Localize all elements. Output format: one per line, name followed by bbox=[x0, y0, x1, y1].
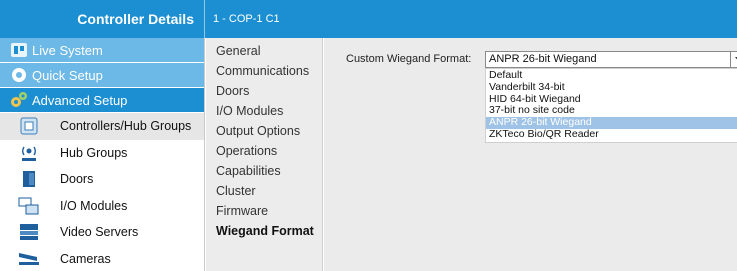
menu-item-cluster[interactable]: Cluster bbox=[206, 181, 322, 201]
sidebar-item-io-modules[interactable]: I/O Modules bbox=[0, 193, 204, 220]
controller-icon bbox=[16, 116, 42, 136]
door-icon bbox=[16, 169, 42, 189]
breadcrumb: 1 - COP-1 C1 bbox=[213, 13, 280, 25]
page-title: Controller Details bbox=[0, 0, 205, 38]
video-server-icon bbox=[16, 222, 42, 242]
menu-item-operations[interactable]: Operations bbox=[206, 141, 322, 161]
option-zkteco[interactable]: ZKTeco Bio/QR Reader bbox=[486, 128, 737, 141]
menu-item-firmware[interactable]: Firmware bbox=[206, 201, 322, 221]
menu-item-wiegand-format[interactable]: Wiegand Format bbox=[206, 221, 322, 241]
option-vanderbilt-34[interactable]: Vanderbilt 34-bit bbox=[486, 81, 737, 94]
menu-item-io-modules[interactable]: I/O Modules bbox=[206, 101, 322, 121]
sidebar-item-label: Video Servers bbox=[60, 225, 139, 240]
sidebar-item-label: Hub Groups bbox=[60, 145, 128, 160]
selected-value: ANPR 26-bit Wiegand bbox=[489, 53, 597, 65]
wiegand-panel: Custom Wiegand Format: ANPR 26-bit Wiega… bbox=[339, 48, 737, 151]
menu-item-doors[interactable]: Doors bbox=[206, 81, 322, 101]
sidebar-item-label: Doors bbox=[60, 172, 94, 187]
hub-icon bbox=[16, 143, 42, 163]
camera-icon bbox=[16, 249, 42, 269]
sidebar-item-label: Controllers/Hub Groups bbox=[60, 119, 192, 134]
title-bar: Controller Details 1 - COP-1 C1 bbox=[0, 0, 737, 38]
live-system-icon bbox=[10, 41, 28, 59]
sidebar-item-advanced-setup[interactable]: Advanced Setup bbox=[0, 88, 204, 113]
sidebar-item-label: Live System bbox=[32, 42, 103, 58]
io-module-icon bbox=[16, 196, 42, 216]
menu-item-general[interactable]: General bbox=[206, 41, 322, 61]
wiegand-format-label: Custom Wiegand Format: bbox=[346, 53, 472, 65]
menu-item-output-options[interactable]: Output Options bbox=[206, 121, 322, 141]
menu-item-communications[interactable]: Communications bbox=[206, 61, 322, 81]
sidebar-item-label: I/O Modules bbox=[60, 198, 128, 213]
sidebar-item-quick-setup[interactable]: Quick Setup bbox=[0, 63, 204, 88]
gear-icon bbox=[10, 66, 28, 84]
sidebar-item-label: Quick Setup bbox=[32, 67, 103, 83]
wiegand-format-options: Default Vanderbilt 34-bit HID 64-bit Wie… bbox=[485, 68, 737, 143]
sidebar-item-cameras[interactable]: Cameras bbox=[0, 246, 204, 271]
sidebar-item-video-servers[interactable]: Video Servers bbox=[0, 219, 204, 246]
sidebar-item-label: Cameras bbox=[60, 251, 111, 266]
gears-icon bbox=[10, 91, 28, 109]
sidebar-item-doors[interactable]: Doors bbox=[0, 166, 204, 193]
wiegand-format-select[interactable]: ANPR 26-bit Wiegand bbox=[485, 51, 737, 68]
sidebar-item-hub-groups[interactable]: Hub Groups bbox=[0, 140, 204, 167]
sidebar-item-controllers[interactable]: Controllers/Hub Groups bbox=[0, 113, 204, 140]
sidebar: Live System Quick Setup Advanced Setup C… bbox=[0, 38, 205, 271]
settings-menu: General Communications Doors I/O Modules… bbox=[206, 38, 323, 271]
menu-item-capabilities[interactable]: Capabilities bbox=[206, 161, 322, 181]
sidebar-item-label: Advanced Setup bbox=[32, 92, 128, 108]
sidebar-item-live-system[interactable]: Live System bbox=[0, 38, 204, 63]
chevron-down-icon[interactable] bbox=[730, 52, 737, 67]
content-area: Custom Wiegand Format: ANPR 26-bit Wiega… bbox=[324, 38, 737, 271]
